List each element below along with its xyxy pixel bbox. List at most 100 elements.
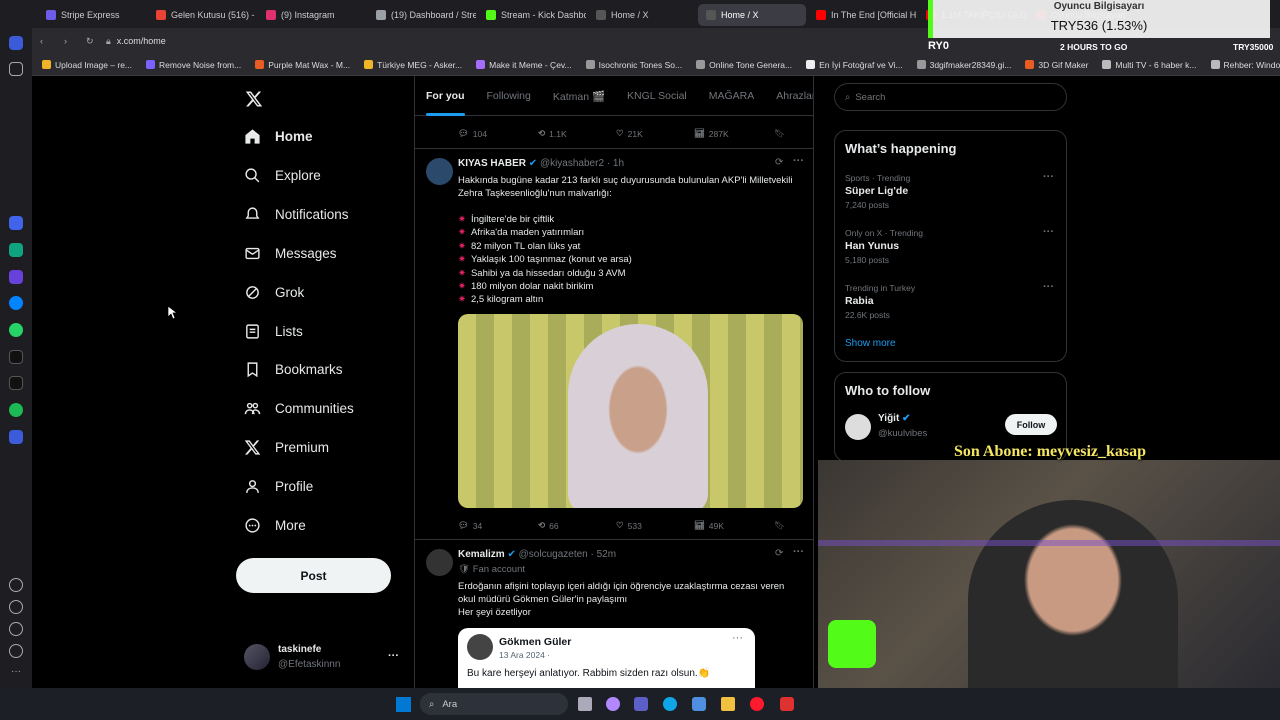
like-button[interactable]: ♡ 533 [616, 520, 694, 531]
tweet-author-name[interactable]: Kemalizm [458, 549, 505, 560]
timeline-tab[interactable]: KNGL Social [616, 76, 698, 116]
trend-more-icon[interactable]: ··· [1043, 281, 1054, 293]
post-button[interactable]: Post [236, 558, 391, 593]
suggested-name[interactable]: Yiğit [878, 413, 899, 424]
back-icon[interactable]: ‹ [40, 36, 52, 46]
x-icon[interactable] [9, 376, 23, 390]
opera-icon[interactable] [750, 697, 764, 711]
aria-icon[interactable] [9, 216, 23, 230]
timeline-tab[interactable]: Following [476, 76, 542, 116]
bookmark-item[interactable]: En İyi Fotoğraf ve Vi... [806, 60, 903, 70]
bookmark-item[interactable]: Online Tone Genera... [696, 60, 792, 70]
reload-icon[interactable]: ↻ [86, 36, 98, 47]
player-icon[interactable] [9, 430, 23, 444]
retweet-button[interactable]: ⟲ 1.1K [538, 128, 616, 139]
bookmark-item[interactable]: Upload Image – re... [42, 60, 132, 70]
tips-icon[interactable] [9, 644, 23, 658]
nav-item-home[interactable]: Home [244, 128, 313, 145]
tweet-time[interactable]: · 52m [591, 549, 617, 560]
more-icon[interactable]: ··· [9, 666, 23, 680]
nav-item-messages[interactable]: Messages [244, 245, 337, 262]
messenger-icon[interactable] [9, 296, 23, 310]
task-view-icon[interactable] [578, 697, 592, 711]
tweet-more-icon[interactable]: ··· [793, 546, 804, 558]
trend-item[interactable]: Only on X · Trending Han Yunus 5,180 posts… [835, 226, 1066, 278]
spotify-icon[interactable] [9, 403, 23, 417]
chatgpt-icon[interactable] [9, 243, 23, 257]
trend-item[interactable]: Trending in Turkey Rabia 22.6K posts ··· [835, 281, 1066, 333]
tweet-image[interactable] [458, 314, 803, 508]
timeline-tab[interactable]: MAĞARA [698, 76, 766, 116]
x-logo-icon[interactable] [245, 90, 263, 108]
tweet-author-handle[interactable]: @solcugazeten [519, 549, 588, 560]
forward-icon[interactable]: › [64, 36, 76, 46]
browser-tab[interactable]: Home / X [698, 4, 806, 26]
bookmark-icon[interactable]: 🔖︎ [774, 128, 785, 139]
nav-item-more[interactable]: More [244, 517, 306, 534]
timeline-tab[interactable]: For you [415, 76, 476, 116]
bookmark-item[interactable]: Türkiye MEG - Asker... [364, 60, 462, 70]
views-button[interactable]: 📊︎ 49K [694, 520, 774, 531]
retweet-button[interactable]: ⟲ 66 [538, 520, 616, 531]
copilot-icon[interactable] [606, 697, 620, 711]
store-icon[interactable] [692, 697, 706, 711]
start-icon[interactable] [396, 697, 411, 712]
grok-icon[interactable]: ⟳ [775, 157, 783, 168]
wps-icon[interactable] [780, 697, 794, 711]
tiktok-icon[interactable] [9, 350, 23, 364]
quoted-more-icon[interactable]: ··· [732, 632, 743, 644]
timeline-tab[interactable]: Katman 🎬 [542, 76, 616, 116]
bookmark-item[interactable]: Multi TV - 6 haber k... [1102, 60, 1197, 70]
trend-more-icon[interactable]: ··· [1043, 226, 1054, 238]
browser-tab[interactable]: In The End [Official HD [808, 4, 916, 26]
history-icon[interactable] [9, 600, 23, 614]
bookmark-item[interactable]: Isochronic Tones So... [585, 60, 682, 70]
tweet-avatar[interactable] [426, 158, 453, 185]
settings-icon[interactable] [9, 622, 23, 636]
edge-icon[interactable] [663, 697, 677, 711]
bookmark-item[interactable]: Rehber: Windows 1... [1210, 60, 1280, 70]
reply-button[interactable]: 💬︎ 34 [458, 520, 538, 531]
search-input[interactable] [855, 91, 1046, 103]
browser-tab[interactable]: (19) Dashboard / Stream [368, 4, 476, 26]
whatsapp-icon[interactable] [9, 323, 23, 337]
browser-tab[interactable]: Gelen Kutusu (516) - no [148, 4, 256, 26]
browser-tab[interactable]: Home / X [588, 4, 696, 26]
bookmark-item[interactable]: 3dgifmaker28349.gi... [916, 60, 1011, 70]
bookmark-item[interactable]: 3D Gif Maker [1025, 60, 1088, 70]
explorer-icon[interactable] [721, 697, 735, 711]
trend-item[interactable]: Sports · Trending Süper Lig'de 7,240 posts… [835, 171, 1066, 223]
suggested-avatar[interactable] [845, 414, 871, 440]
browser-tab[interactable]: Stripe Express [38, 4, 146, 26]
tweet-more-icon[interactable]: ··· [793, 155, 804, 167]
follow-button[interactable]: Follow [1005, 414, 1057, 435]
search-box[interactable]: ⌕ [834, 83, 1067, 111]
nav-item-bookmarks[interactable]: Bookmarks [244, 361, 343, 378]
nav-item-profile[interactable]: Profile [244, 478, 313, 495]
timeline-tab[interactable]: Ahrazlar [765, 76, 813, 116]
teams-icon[interactable] [634, 697, 648, 711]
browser-tab[interactable]: Stream - Kick Dashboar [478, 4, 586, 26]
nav-item-grok[interactable]: Grok [244, 284, 304, 301]
pinboard-icon[interactable] [9, 62, 23, 76]
views-button[interactable]: 📊︎ 287K [694, 128, 774, 139]
account-menu-icon[interactable]: ··· [388, 650, 399, 662]
tweet-avatar[interactable] [426, 549, 453, 576]
quoted-post[interactable]: Gökmen Güler 13 Ara 2024 · ··· Bu kare h… [458, 628, 755, 688]
grok-icon[interactable]: ⟳ [775, 548, 783, 559]
browser-tab[interactable]: (9) Instagram [258, 4, 366, 26]
nav-item-notifications[interactable]: Notifications [244, 206, 349, 223]
user-avatar[interactable] [244, 644, 270, 670]
bookmark-item[interactable]: Remove Noise from... [146, 60, 241, 70]
heart-icon[interactable] [9, 578, 23, 592]
trend-more-icon[interactable]: ··· [1043, 171, 1054, 183]
bookmark-item[interactable]: Purple Mat Wax - M... [255, 60, 350, 70]
url-field[interactable]: x.com/home [117, 36, 166, 46]
nav-item-communities[interactable]: Communities [244, 400, 354, 417]
home-icon[interactable] [9, 36, 23, 50]
reply-button[interactable]: 💬︎ 104 [458, 128, 538, 139]
bookmark-item[interactable]: Make it Meme - Çev... [476, 60, 572, 70]
cs-icon[interactable] [9, 270, 23, 284]
tweet-time[interactable]: · 1h [607, 158, 624, 169]
nav-item-premium[interactable]: Premium [244, 439, 329, 456]
